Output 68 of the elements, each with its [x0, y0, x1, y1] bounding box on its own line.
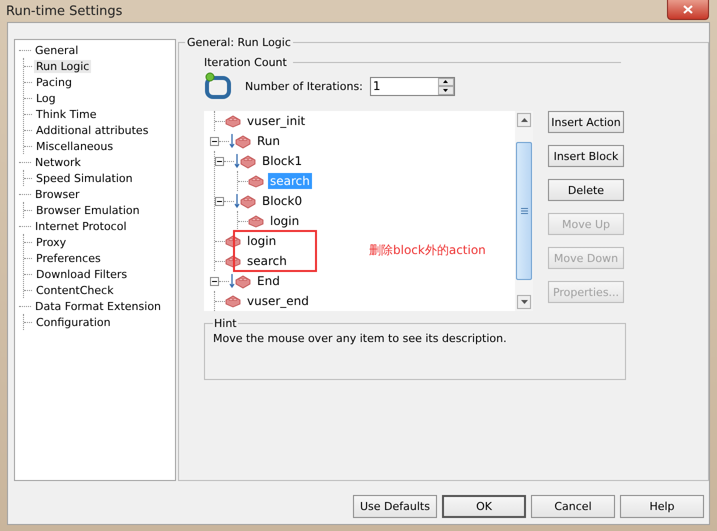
action-button[interactable]: Delete: [548, 179, 624, 201]
tree-item[interactable]: Run: [255, 133, 282, 149]
scroll-down-button[interactable]: [517, 295, 531, 309]
up-arrow-icon[interactable]: [443, 80, 448, 84]
section-heading: Iteration Count: [204, 56, 287, 69]
tree-item[interactable]: Think Time: [34, 108, 99, 120]
tree-item[interactable]: Additional attributes: [34, 124, 150, 136]
tree-item[interactable]: Proxy: [34, 236, 68, 248]
tree-item[interactable]: Browser Emulation: [34, 204, 142, 216]
tree-item[interactable]: Block1: [260, 153, 304, 169]
down-arrow-icon: [520, 300, 528, 304]
iterations-field[interactable]: 1: [370, 78, 438, 94]
tree-item[interactable]: login: [245, 233, 278, 249]
dialog-button[interactable]: OK: [442, 495, 526, 518]
window-title: Run-time Settings: [6, 4, 122, 18]
grip-icon: [520, 208, 528, 214]
tree-item[interactable]: Preferences: [34, 252, 103, 264]
tree-item[interactable]: vuser_end: [245, 293, 311, 309]
tree-item[interactable]: vuser_init: [245, 113, 308, 129]
block-icon: [229, 273, 251, 289]
brick-icon: [225, 254, 241, 268]
close-icon: [683, 5, 693, 14]
block-icon: [234, 193, 256, 209]
iterations-spinner[interactable]: 1: [370, 76, 455, 96]
action-button[interactable]: Insert Action: [548, 111, 624, 133]
scrollbar-thumb[interactable]: [516, 142, 532, 280]
tree-item[interactable]: Download Filters: [34, 268, 130, 280]
scroll-up-button[interactable]: [517, 113, 531, 127]
collapse-icon[interactable]: [210, 136, 219, 146]
block-icon: [229, 133, 251, 149]
block-icon: [234, 153, 256, 169]
close-button[interactable]: [667, 0, 709, 20]
hint-title: Hint: [213, 317, 238, 330]
collapse-icon[interactable]: [215, 156, 224, 166]
tree-item[interactable]: Network: [33, 156, 83, 168]
tree-item[interactable]: General: [33, 44, 80, 56]
dialog-button[interactable]: Cancel: [531, 495, 615, 518]
up-arrow-icon: [520, 118, 528, 122]
down-arrow-icon[interactable]: [443, 88, 448, 92]
tree-item[interactable]: search: [245, 253, 289, 269]
annotation-text: 删除block外的action: [369, 242, 486, 259]
tree-item[interactable]: Run Logic: [34, 60, 92, 72]
tree-item[interactable]: login: [268, 213, 302, 229]
loop-icon: [204, 72, 232, 100]
brick-icon: [248, 214, 264, 228]
brick-icon: [225, 294, 241, 308]
tree-item[interactable]: Block0: [260, 193, 304, 209]
dialog-button[interactable]: Use Defaults: [353, 495, 437, 518]
hint-text: Move the mouse over any item to see its description.: [213, 332, 507, 345]
brick-icon: [248, 174, 264, 188]
tree-item[interactable]: ContentCheck: [34, 284, 116, 296]
collapse-icon[interactable]: [210, 276, 219, 286]
tree-item[interactable]: Internet Protocol: [33, 220, 129, 232]
panel-title: General: Run Logic: [185, 36, 293, 49]
tree-item[interactable]: Log: [34, 92, 58, 104]
brick-icon: [225, 234, 241, 248]
collapse-icon[interactable]: [215, 196, 224, 206]
dialog-button[interactable]: Help: [620, 495, 704, 518]
tree-item[interactable]: Speed Simulation: [34, 172, 135, 184]
tree-item[interactable]: Browser: [33, 188, 82, 200]
brick-icon: [225, 114, 241, 128]
field-label: Number of Iterations:: [245, 80, 363, 92]
tree-item[interactable]: Configuration: [34, 316, 113, 328]
tree-item[interactable]: Pacing: [34, 76, 74, 88]
action-button[interactable]: Insert Block: [548, 145, 624, 167]
tree-item[interactable]: End: [255, 273, 282, 289]
tree-item[interactable]: Miscellaneous: [34, 140, 116, 152]
tree-item[interactable]: Data Format Extension: [33, 300, 164, 312]
